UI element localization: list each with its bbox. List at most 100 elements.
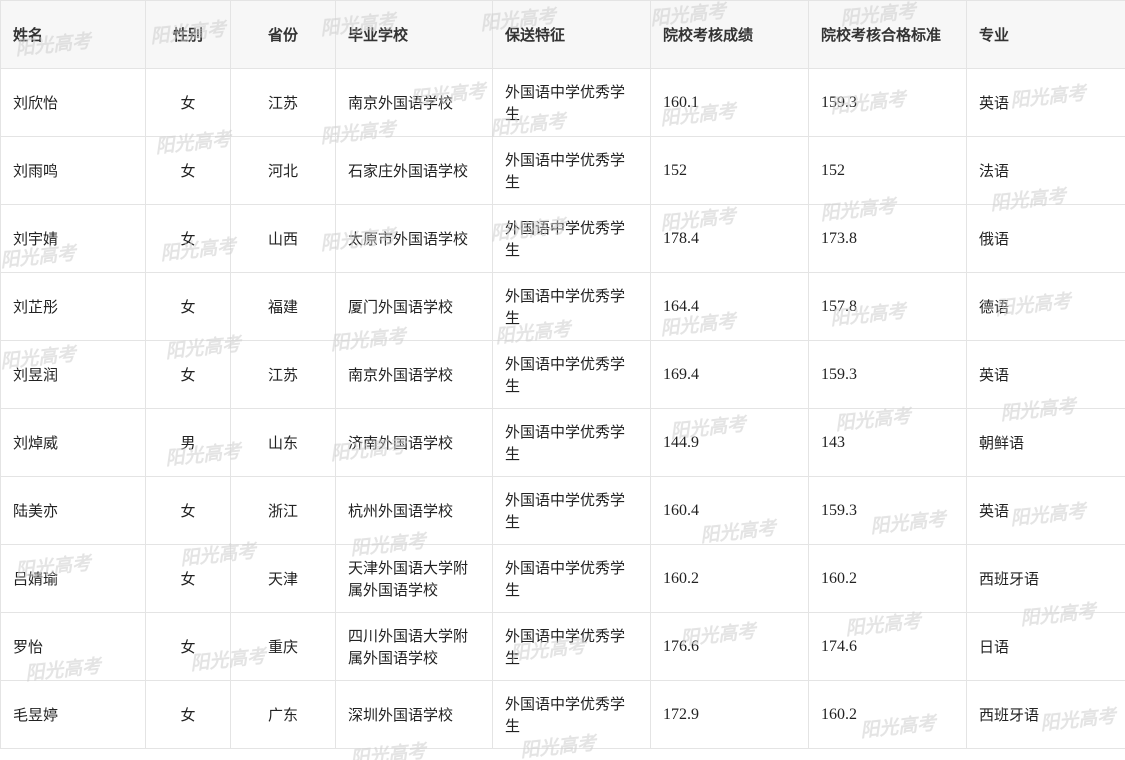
cell-feature: 外国语中学优秀学生 (492, 136, 651, 205)
cell-feature: 外国语中学优秀学生 (492, 68, 651, 137)
cell-feature: 外国语中学优秀学生 (492, 544, 651, 613)
cell-province: 重庆 (230, 612, 336, 681)
cell-major: 日语 (966, 612, 1125, 681)
cell-name: 吕婧瑜 (0, 544, 146, 613)
cell-major: 西班牙语 (966, 544, 1125, 613)
cell-gender: 女 (145, 612, 231, 681)
cell-major: 朝鲜语 (966, 408, 1125, 477)
cell-standard: 173.8 (808, 204, 967, 273)
cell-feature: 外国语中学优秀学生 (492, 476, 651, 545)
cell-name: 刘焯威 (0, 408, 146, 477)
header-major: 专业 (966, 0, 1125, 69)
cell-province: 福建 (230, 272, 336, 341)
cell-gender: 女 (145, 272, 231, 341)
cell-name: 刘欣怡 (0, 68, 146, 137)
cell-score: 160.1 (650, 68, 809, 137)
cell-name: 刘昱润 (0, 340, 146, 409)
header-school: 毕业学校 (335, 0, 493, 69)
table-row: 刘昱润女江苏 南京外国语学校 外国语中学优秀学生 169.4 159.3 英语 (0, 340, 1125, 409)
cell-name: 刘雨鸣 (0, 136, 146, 205)
cell-province: 河北 (230, 136, 336, 205)
cell-score: 178.4 (650, 204, 809, 273)
cell-school: 石家庄外国语学校 (335, 136, 493, 205)
cell-feature: 外国语中学优秀学生 (492, 340, 651, 409)
cell-school: 杭州外国语学校 (335, 476, 493, 545)
cell-major: 西班牙语 (966, 680, 1125, 749)
admission-table: 姓名 性别 省份 毕业学校 保送特征 院校考核成绩 院校考核合格标准 专业 刘欣… (0, 0, 1125, 749)
cell-major: 德语 (966, 272, 1125, 341)
cell-province: 江苏 (230, 68, 336, 137)
header-score: 院校考核成绩 (650, 0, 809, 69)
cell-standard: 159.3 (808, 476, 967, 545)
cell-school: 济南外国语学校 (335, 408, 493, 477)
table-row: 毛昱婷女广东 深圳外国语学校 外国语中学优秀学生 172.9 160.2 西班牙语 (0, 680, 1125, 749)
header-row: 姓名 性别 省份 毕业学校 保送特征 院校考核成绩 院校考核合格标准 专业 (0, 0, 1125, 69)
cell-standard: 143 (808, 408, 967, 477)
cell-gender: 女 (145, 544, 231, 613)
cell-major: 法语 (966, 136, 1125, 205)
header-standard: 院校考核合格标准 (808, 0, 967, 69)
cell-province: 天津 (230, 544, 336, 613)
cell-standard: 160.2 (808, 544, 967, 613)
cell-score: 160.2 (650, 544, 809, 613)
cell-gender: 女 (145, 204, 231, 273)
cell-standard: 160.2 (808, 680, 967, 749)
table-row: 刘欣怡女江苏 南京外国语学校 外国语中学优秀学生 160.1 159.3 英语 (0, 68, 1125, 137)
cell-feature: 外国语中学优秀学生 (492, 272, 651, 341)
cell-score: 144.9 (650, 408, 809, 477)
cell-school: 太原市外国语学校 (335, 204, 493, 273)
cell-major: 英语 (966, 68, 1125, 137)
cell-name: 刘芷彤 (0, 272, 146, 341)
cell-province: 浙江 (230, 476, 336, 545)
cell-feature: 外国语中学优秀学生 (492, 680, 651, 749)
cell-feature: 外国语中学优秀学生 (492, 204, 651, 273)
cell-standard: 152 (808, 136, 967, 205)
cell-province: 广东 (230, 680, 336, 749)
cell-name: 刘宇婧 (0, 204, 146, 273)
header-feature: 保送特征 (492, 0, 651, 69)
cell-school: 南京外国语学校 (335, 68, 493, 137)
table-row: 刘焯威男山东 济南外国语学校 外国语中学优秀学生 144.9 143 朝鲜语 (0, 408, 1125, 477)
cell-score: 176.6 (650, 612, 809, 681)
table-row: 刘宇婧女山西 太原市外国语学校 外国语中学优秀学生 178.4 173.8 俄语 (0, 204, 1125, 273)
table-row: 陆美亦女浙江 杭州外国语学校 外国语中学优秀学生 160.4 159.3 英语 (0, 476, 1125, 545)
cell-major: 俄语 (966, 204, 1125, 273)
cell-province: 江苏 (230, 340, 336, 409)
cell-score: 160.4 (650, 476, 809, 545)
cell-standard: 157.8 (808, 272, 967, 341)
cell-name: 罗怡 (0, 612, 146, 681)
cell-school: 厦门外国语学校 (335, 272, 493, 341)
cell-gender: 女 (145, 136, 231, 205)
cell-gender: 女 (145, 340, 231, 409)
table-row: 刘芷彤女福建 厦门外国语学校 外国语中学优秀学生 164.4 157.8 德语 (0, 272, 1125, 341)
cell-score: 152 (650, 136, 809, 205)
cell-major: 英语 (966, 476, 1125, 545)
cell-standard: 159.3 (808, 340, 967, 409)
cell-school: 四川外国语大学附属外国语学校 (335, 612, 493, 681)
cell-school: 天津外国语大学附属外国语学校 (335, 544, 493, 613)
cell-school: 深圳外国语学校 (335, 680, 493, 749)
cell-feature: 外国语中学优秀学生 (492, 612, 651, 681)
cell-standard: 159.3 (808, 68, 967, 137)
cell-gender: 女 (145, 476, 231, 545)
table-row: 吕婧瑜女天津 天津外国语大学附属外国语学校 外国语中学优秀学生 160.2 160.2 西… (0, 544, 1125, 613)
admission-table-container: 姓名 性别 省份 毕业学校 保送特征 院校考核成绩 院校考核合格标准 专业 刘欣… (0, 0, 1125, 760)
cell-score: 169.4 (650, 340, 809, 409)
cell-score: 164.4 (650, 272, 809, 341)
cell-name: 毛昱婷 (0, 680, 146, 749)
cell-standard: 174.6 (808, 612, 967, 681)
table-row: 罗怡女重庆 四川外国语大学附属外国语学校 外国语中学优秀学生 176.6 174.6 日语 (0, 612, 1125, 681)
header-name: 姓名 (0, 0, 146, 69)
cell-major: 英语 (966, 340, 1125, 409)
cell-feature: 外国语中学优秀学生 (492, 408, 651, 477)
cell-name: 陆美亦 (0, 476, 146, 545)
header-gender: 性别 (145, 0, 231, 69)
cell-province: 山西 (230, 204, 336, 273)
cell-school: 南京外国语学校 (335, 340, 493, 409)
cell-score: 172.9 (650, 680, 809, 749)
cell-province: 山东 (230, 408, 336, 477)
cell-gender: 男 (145, 408, 231, 477)
header-province: 省份 (230, 0, 336, 69)
table-body: 刘欣怡女江苏 南京外国语学校 外国语中学优秀学生 160.1 159.3 英语 刘雨鸣女河北… (0, 68, 1125, 749)
table-row: 刘雨鸣女河北 石家庄外国语学校 外国语中学优秀学生 152 152 法语 (0, 136, 1125, 205)
